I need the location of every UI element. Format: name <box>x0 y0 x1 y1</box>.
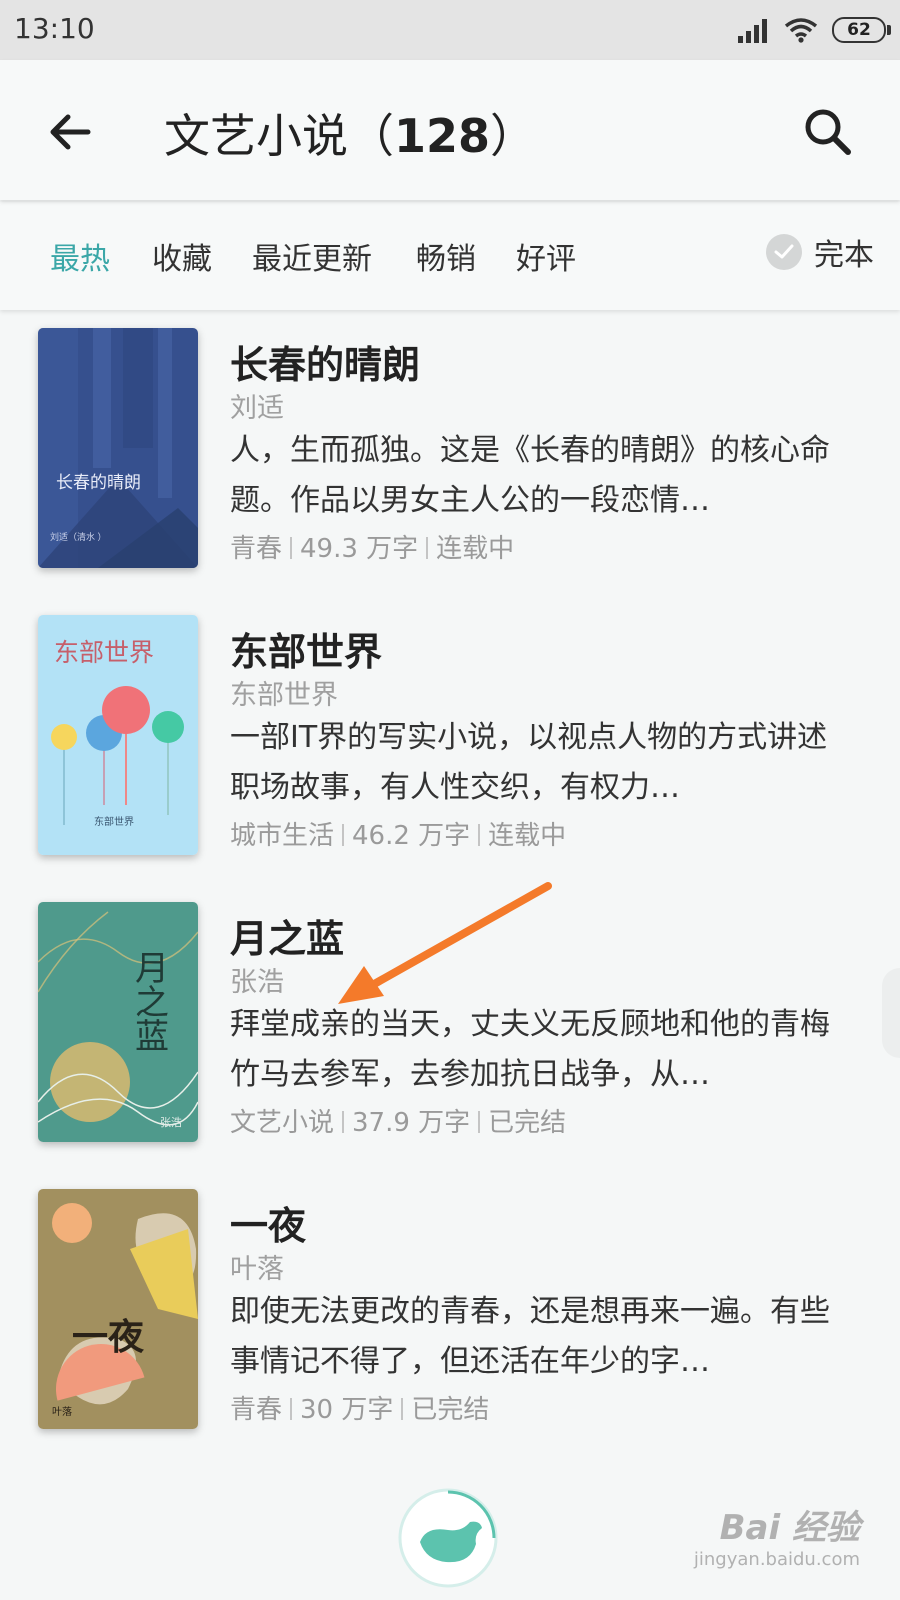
book-cover[interactable]: 东部世界 东部世界 <box>38 615 198 855</box>
wifi-icon <box>784 18 818 43</box>
battery-icon: 62 <box>832 17 891 43</box>
book-description: 即使无法更改的青春，还是想再来一遍。有些事情记不得了，但还活在年少的字… <box>230 1294 830 1379</box>
book-description: 一部IT界的写实小说，以视点人物的方式讲述职场故事，有人性交织，有权力… <box>230 720 828 805</box>
side-drawer-handle[interactable] <box>882 968 900 1058</box>
divider <box>342 824 345 846</box>
book-words: 46.2 万字 <box>352 821 471 851</box>
book-description: 拜堂成亲的当天，丈夫义无反顾地和他的青梅竹马去参军，去参加抗日战争，从… <box>230 1007 830 1092</box>
book-title: 一夜 <box>230 1204 307 1248</box>
list-item[interactable]: 一夜 叶落 一夜 叶落 即使无法更改的青春，还是想再来一遍。有些事情记不得了，但… <box>0 1189 900 1475</box>
book-author: 刘适 <box>230 393 284 424</box>
watermark-sub: jingyan.baidu.com <box>693 1549 860 1570</box>
complete-filter-toggle[interactable]: 完本 <box>766 230 874 274</box>
book-status: 连载中 <box>488 821 567 851</box>
search-icon <box>805 109 851 155</box>
book-status: 已完结 <box>488 1108 567 1138</box>
book-author: 东部世界 <box>230 680 338 711</box>
page-title-end: ） <box>490 109 537 163</box>
complete-label: 完本 <box>814 238 874 273</box>
cover-title-text: 一夜 <box>72 1317 145 1357</box>
book-cover[interactable]: 一夜 叶落 <box>38 1189 198 1429</box>
cover-sub-text: 刘适（清水 ） <box>50 531 107 542</box>
home-logo-button[interactable] <box>396 1486 500 1590</box>
book-author: 张浩 <box>230 967 284 998</box>
status-icons: 62 <box>738 14 891 46</box>
book-words: 49.3 万字 <box>300 534 419 564</box>
page-title: 文艺小说（128） <box>164 100 536 166</box>
tab-bestselling[interactable]: 畅销 <box>416 234 476 278</box>
book-status: 已完结 <box>411 1395 490 1425</box>
divider <box>478 824 481 846</box>
cover-title-text: 月之蓝 <box>130 950 169 1052</box>
tab-top-rated[interactable]: 好评 <box>516 234 576 278</box>
book-cover[interactable]: 月之蓝 张浩 <box>38 902 198 1142</box>
list-item[interactable]: 月之蓝 张浩 月之蓝 张浩 拜堂成亲的当天，丈夫义无反顾地和他的青梅竹马去参军，… <box>0 902 900 1188</box>
book-genre: 青春 <box>230 534 283 564</box>
book-genre: 文艺小说 <box>230 1108 335 1138</box>
signal-icon <box>738 19 767 43</box>
book-words: 30 万字 <box>300 1395 394 1425</box>
tab-recently-updated[interactable]: 最近更新 <box>252 234 372 278</box>
divider <box>426 537 429 559</box>
app-bar: 文艺小说（128） <box>0 60 900 200</box>
cover-sub-text: 叶落 <box>52 1406 72 1418</box>
book-title: 月之蓝 <box>230 917 345 961</box>
page-title-text: 文艺小说（ <box>164 109 394 163</box>
tab-hottest[interactable]: 最热 <box>50 234 110 278</box>
divider <box>478 1111 481 1133</box>
book-title: 东部世界 <box>230 630 383 674</box>
search-button[interactable] <box>798 102 858 162</box>
watermark: Bai 经验 jingyan.baidu.com <box>694 1500 860 1570</box>
book-title: 长春的晴朗 <box>230 343 421 387</box>
book-meta: 青春 30 万字 已完结 <box>230 1389 489 1426</box>
bird-logo-icon <box>398 1488 498 1588</box>
page-title-count: 128 <box>394 109 491 163</box>
back-button[interactable] <box>40 102 100 162</box>
list-item[interactable]: 东部世界 东部世界 东部世界 东部世界 一部IT界的写实小说，以视点人物的方式讲… <box>0 615 900 901</box>
list-item[interactable]: 长春的晴朗 刘适（清水 ） 长春的晴朗 刘适 人，生而孤独。这是《长春的晴朗》的… <box>0 328 900 614</box>
filter-bar: 最热 收藏 最近更新 畅销 好评 完本 <box>0 202 900 310</box>
divider <box>290 537 293 559</box>
book-genre: 城市生活 <box>230 821 335 851</box>
back-arrow-icon <box>50 114 91 150</box>
watermark-main: Bai 经验 <box>719 1508 860 1548</box>
book-status: 连载中 <box>436 534 515 564</box>
book-genre: 青春 <box>230 1395 283 1425</box>
book-words: 37.9 万字 <box>352 1108 471 1138</box>
tab-favorites[interactable]: 收藏 <box>152 234 212 278</box>
divider <box>290 1398 293 1420</box>
divider <box>401 1398 404 1420</box>
cover-title-text: 长春的晴朗 <box>56 473 141 492</box>
book-description: 人，生而孤独。这是《长春的晴朗》的核心命题。作品以男女主人公的一段恋情… <box>230 433 830 518</box>
book-meta: 青春 49.3 万字 连载中 <box>230 528 514 565</box>
cover-sub-text: 张浩 <box>160 1116 182 1129</box>
book-meta: 文艺小说 37.9 万字 已完结 <box>230 1102 566 1139</box>
status-bar: 13:10 62 <box>0 0 900 60</box>
cover-sub-text: 东部世界 <box>94 815 134 828</box>
divider <box>342 1111 345 1133</box>
status-time: 13:10 <box>14 12 95 45</box>
book-meta: 城市生活 46.2 万字 连载中 <box>230 815 566 852</box>
cover-title-text: 东部世界 <box>54 639 154 667</box>
book-cover[interactable]: 长春的晴朗 刘适（清水 ） <box>38 328 198 568</box>
book-author: 叶落 <box>230 1254 284 1285</box>
check-icon <box>766 234 802 270</box>
